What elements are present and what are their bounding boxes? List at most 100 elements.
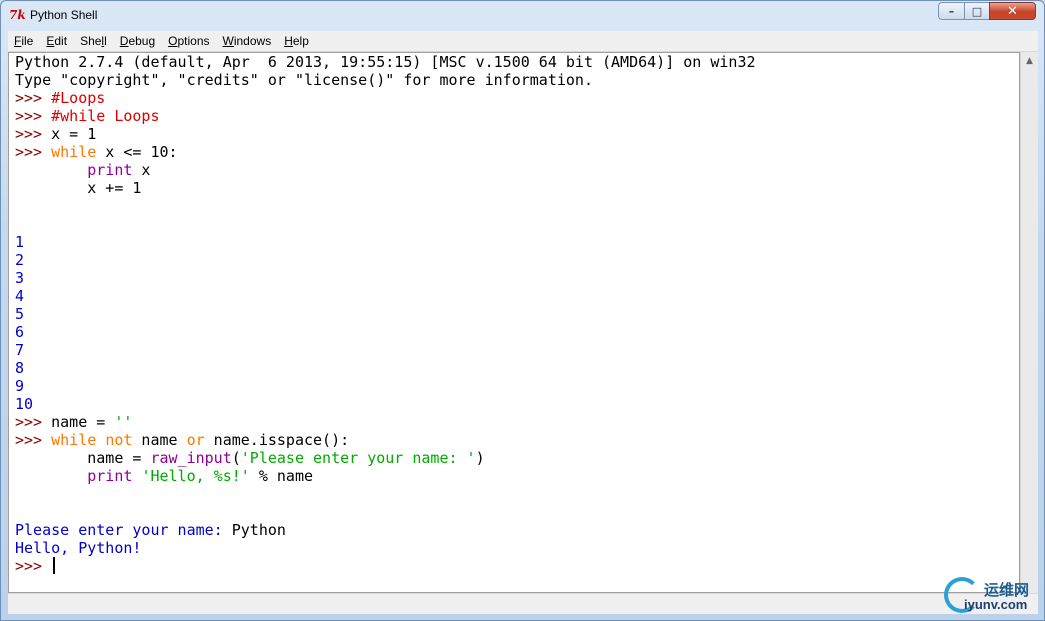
code-token: x += 1 — [15, 179, 142, 197]
shell-text-area[interactable]: Python 2.7.4 (default, Apr 6 2013, 19:55… — [8, 52, 1020, 593]
code-token: #while Loops — [51, 107, 160, 125]
menu-label-part: She — [80, 34, 102, 48]
menu-label-part: elp — [292, 34, 309, 48]
shell-line — [15, 197, 756, 215]
code-token: 9 — [15, 377, 25, 395]
code-token: 10 — [15, 395, 34, 413]
code-token: 2 — [15, 251, 25, 269]
shell-line: Please enter your name: Python — [15, 521, 756, 539]
code-token: name — [132, 431, 187, 449]
menu-mnemonic: H — [284, 34, 293, 48]
menu-item-help[interactable]: Help — [278, 34, 315, 48]
shell-line: Python 2.7.4 (default, Apr 6 2013, 19:55… — [15, 53, 756, 71]
code-token: #Loops — [51, 89, 106, 107]
shell-line: >>> while x <= 10: — [15, 143, 756, 161]
menu-bar: File Edit Shell Debug Options Windows Help — [8, 31, 1038, 52]
code-token: Hello, Python! — [15, 539, 142, 557]
shell-line — [15, 503, 756, 521]
menu-item-debug[interactable]: Debug — [114, 34, 161, 48]
shell-line: 5 — [15, 305, 756, 323]
code-token: or — [186, 431, 205, 449]
code-token: Type "copyright", "credits" or "license(… — [15, 71, 593, 89]
code-token: print — [87, 467, 133, 485]
code-token: ) — [475, 449, 485, 467]
shell-line: >>> name = '' — [15, 413, 756, 431]
shell-line: >>> #while Loops — [15, 107, 756, 125]
shell-line: Hello, Python! — [15, 539, 756, 557]
code-token: Please enter your name: — [15, 521, 232, 539]
shell-line: 2 — [15, 251, 756, 269]
menu-label-part: ptions — [177, 34, 210, 48]
shell-line — [15, 485, 756, 503]
menu-item-windows[interactable]: Windows — [217, 34, 278, 48]
scroll-up-arrow-icon[interactable]: ▲ — [1021, 52, 1038, 69]
menu-item-shell[interactable]: Shell — [74, 34, 113, 48]
code-token: x = 1 — [51, 125, 97, 143]
shell-prompt: >>> — [15, 143, 52, 161]
code-token: not — [105, 431, 133, 449]
watermark-url-text: iyunv.com — [964, 597, 1028, 612]
code-token: 8 — [15, 359, 25, 377]
shell-prompt: >>> — [15, 557, 52, 575]
minimize-button[interactable]: – — [938, 2, 965, 20]
code-token: 6 — [15, 323, 25, 341]
code-token: name.isspace(): — [204, 431, 350, 449]
tk-feather-icon: 7k — [9, 8, 26, 22]
window-title: Python Shell — [30, 8, 98, 22]
shell-line: x += 1 — [15, 179, 756, 197]
code-token: x — [132, 161, 151, 179]
shell-line: name = raw_input('Please enter your name… — [15, 449, 756, 467]
menu-label-part: dit — [54, 34, 68, 48]
code-token: % name — [249, 467, 314, 485]
code-token: 7 — [15, 341, 25, 359]
menu-label-part: ebug — [128, 34, 156, 48]
code-token: raw_input — [150, 449, 232, 467]
shell-output: Python 2.7.4 (default, Apr 6 2013, 19:55… — [15, 53, 756, 575]
vertical-scrollbar[interactable]: ▲ — [1020, 52, 1038, 593]
code-token: 1 — [15, 233, 25, 251]
text-cursor — [53, 557, 56, 574]
menu-item-edit[interactable]: Edit — [40, 34, 73, 48]
code-token: 'Please enter your name: ' — [240, 449, 476, 467]
shell-prompt: >>> — [15, 107, 52, 125]
code-token: 4 — [15, 287, 25, 305]
code-token: 5 — [15, 305, 25, 323]
shell-line: >>> #Loops — [15, 89, 756, 107]
shell-prompt: >>> — [15, 89, 52, 107]
menu-label-part: indows — [233, 34, 272, 48]
maximize-button[interactable]: □ — [964, 2, 990, 20]
shell-line: >>> x = 1 — [15, 125, 756, 143]
code-token: Python — [231, 521, 286, 539]
shell-line: 9 — [15, 377, 756, 395]
code-token: ( — [231, 449, 241, 467]
code-token: name = — [15, 449, 151, 467]
close-button[interactable]: ✕ — [989, 2, 1036, 20]
code-token: x <= 10: — [96, 143, 178, 161]
shell-line: print x — [15, 161, 756, 179]
shell-line: print 'Hello, %s!' % name — [15, 467, 756, 485]
watermark-logo: 运维网 iyunv.com — [942, 575, 1042, 619]
shell-line: 7 — [15, 341, 756, 359]
shell-line: 3 — [15, 269, 756, 287]
shell-line: 10 — [15, 395, 756, 413]
menu-label-part: l — [104, 34, 107, 48]
shell-prompt: >>> — [15, 431, 52, 449]
shell-line: 8 — [15, 359, 756, 377]
menu-label-part: ile — [21, 34, 34, 48]
shell-line: 6 — [15, 323, 756, 341]
code-token: Python 2.7.4 (default, Apr 6 2013, 19:55… — [15, 53, 756, 71]
code-token: name = — [51, 413, 115, 431]
menu-item-file[interactable]: File — [8, 34, 39, 48]
shell-line: Type "copyright", "credits" or "license(… — [15, 71, 756, 89]
shell-line: >>> — [15, 557, 756, 575]
title-bar[interactable]: 7k Python Shell – □ ✕ — [1, 1, 1044, 31]
menu-item-options[interactable]: Options — [162, 34, 215, 48]
shell-prompt: >>> — [15, 125, 52, 143]
code-token: 'Hello, %s!' — [141, 467, 250, 485]
code-token: while — [51, 431, 97, 449]
code-token: while — [51, 143, 97, 161]
shell-prompt: >>> — [15, 413, 52, 431]
